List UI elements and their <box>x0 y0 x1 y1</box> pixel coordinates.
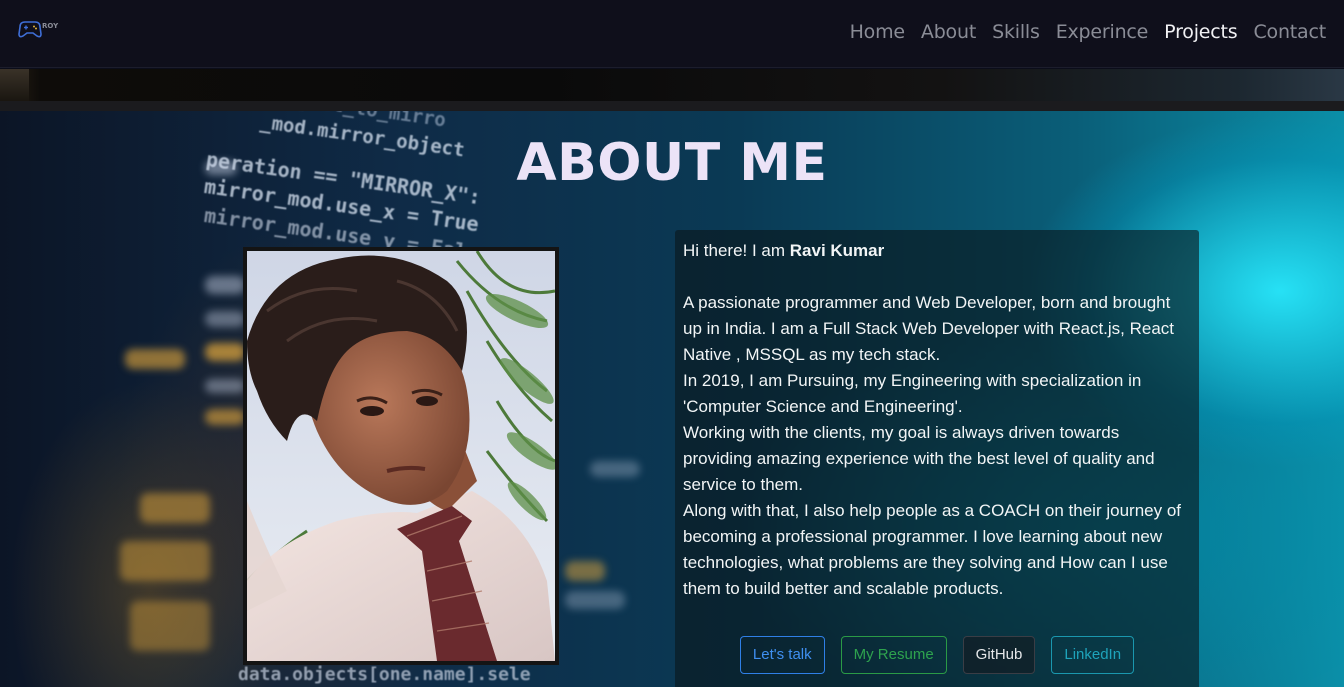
code-blob <box>205 311 245 327</box>
navbar: ROY Home About Skills Experince Projects… <box>0 0 1344 68</box>
about-section: ject_to_mirro _mod.mirror_object peratio… <box>0 111 1344 687</box>
intro-text: Hi there! I am Ravi Kumar <box>683 238 1191 264</box>
code-blob <box>205 276 245 294</box>
nav-home[interactable]: Home <box>850 21 906 43</box>
code-blob <box>130 601 210 651</box>
my-resume-button[interactable]: My Resume <box>840 636 947 674</box>
intro-prefix: Hi there! I am <box>683 241 790 260</box>
profile-portrait-image <box>247 251 555 661</box>
bio-text: A passionate programmer and Web Develope… <box>683 290 1191 602</box>
code-blob <box>565 561 605 581</box>
code-blob <box>205 343 245 361</box>
code-blob <box>565 591 625 609</box>
brand-text: ROY <box>42 22 59 30</box>
bio-paragraph: In 2019, I am Pursuing, my Engineering w… <box>683 371 1142 416</box>
brand-logo[interactable]: ROY <box>17 18 65 40</box>
code-blob <box>120 541 210 581</box>
nav-contact[interactable]: Contact <box>1253 21 1326 43</box>
code-blob <box>125 349 185 369</box>
code-blob <box>205 409 245 425</box>
code-blob <box>140 493 210 523</box>
author-name: Ravi Kumar <box>789 241 885 260</box>
about-card: Hi there! I am Ravi Kumar A passionate p… <box>675 230 1199 687</box>
linkedin-button[interactable]: LinkedIn <box>1051 636 1135 674</box>
bio-paragraph: A passionate programmer and Web Develope… <box>683 293 1175 364</box>
nav-about[interactable]: About <box>921 21 976 43</box>
code-line: data.objects[one.name].sele <box>238 664 531 685</box>
section-title: ABOUT ME <box>516 133 828 193</box>
code-blob <box>590 461 640 477</box>
hero-strip-edge <box>0 69 29 101</box>
nav-projects[interactable]: Projects <box>1164 21 1238 43</box>
nav-links: Home About Skills Experince Projects Con… <box>850 18 1327 46</box>
nav-experience[interactable]: Experince <box>1056 21 1149 43</box>
code-blob <box>205 379 245 393</box>
hero-image-strip <box>0 69 1344 101</box>
action-buttons: Let's talk My Resume GitHub LinkedIn <box>675 636 1199 674</box>
gamepad-icon: ROY <box>18 21 59 38</box>
section-divider <box>0 101 1344 111</box>
nav-skills[interactable]: Skills <box>992 21 1040 43</box>
bio-paragraph: Along with that, I also help people as a… <box>683 501 1182 598</box>
profile-photo <box>243 247 559 665</box>
github-button[interactable]: GitHub <box>962 636 1036 674</box>
bio-paragraph: Working with the clients, my goal is alw… <box>683 423 1155 494</box>
lets-talk-button[interactable]: Let's talk <box>739 636 825 674</box>
